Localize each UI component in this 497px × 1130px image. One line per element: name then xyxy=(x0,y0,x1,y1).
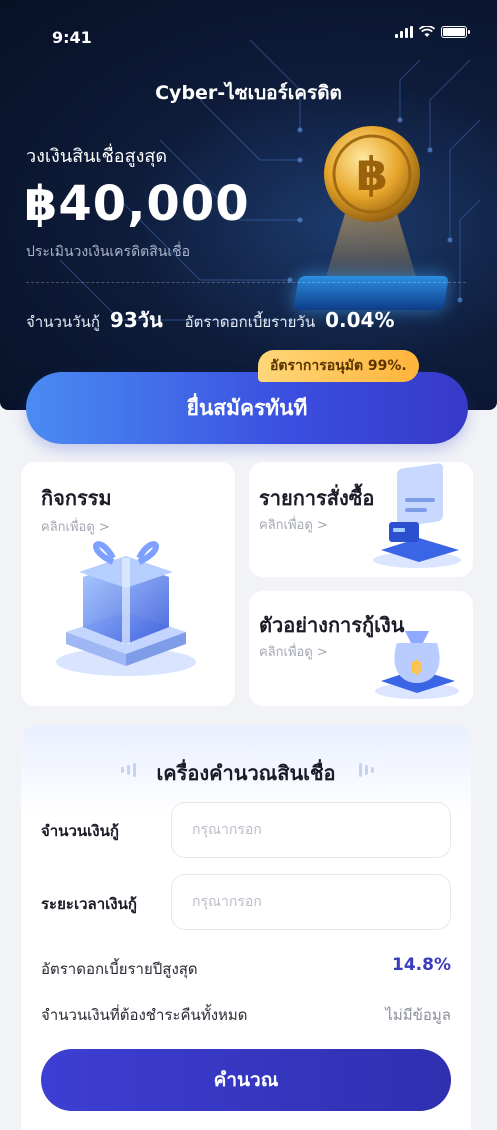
money-bag-icon: ฿ xyxy=(375,631,459,699)
total-repay-value: ไม่มีข้อมูล xyxy=(385,1006,451,1024)
loan-example-card[interactable]: ตัวอย่างการกู้เงิน คลิกเพื่อดู > ฿ xyxy=(249,591,473,706)
svg-text:฿: ฿ xyxy=(411,657,424,678)
daily-rate-value: 0.04% xyxy=(325,308,395,332)
hero-banner: ฿ 9:41 Cyber-ไซเบอร์เครดิต วงเงินสินเชื่… xyxy=(0,0,497,410)
apply-now-button[interactable]: ยื่นสมัครทันที xyxy=(26,372,468,444)
gift-box-icon xyxy=(56,541,196,676)
orders-card[interactable]: รายการสั่งซื้อ คลิกเพื่อดู > xyxy=(249,462,473,577)
decoration-right-icon xyxy=(359,763,374,777)
credit-limit-label: วงเงินสินเชื่อสูงสุด xyxy=(26,146,168,167)
daily-rate-label: อัตราดอกเบี้ยรายวัน xyxy=(184,313,316,331)
baht-coin-icon: ฿ xyxy=(324,126,420,222)
loan-term-input[interactable]: กรุณากรอก xyxy=(171,874,451,930)
status-icons xyxy=(395,26,470,38)
annual-rate-value: 14.8% xyxy=(392,955,451,975)
approval-rate-badge: อัตราการอนุมัต 99%. xyxy=(258,350,419,382)
app-title: Cyber-ไซเบอร์เครดิต xyxy=(155,82,342,104)
document-card-icon xyxy=(373,463,461,568)
loan-amount-label: จำนวนเงินกู้ xyxy=(41,822,119,840)
loan-amount-input[interactable]: กรุณากรอก xyxy=(171,802,451,858)
annual-rate-label: อัตราดอกเบี้ยรายปีสูงสุด xyxy=(41,960,198,978)
status-time: 9:41 xyxy=(52,28,92,47)
credit-limit-subtitle: ประเมินวงเงินเครดิตสินเชื่อ xyxy=(26,244,191,260)
hero-divider xyxy=(26,282,466,283)
loan-calculator: เครื่องคำนวณสินเชื่อ จำนวนเงินกู้ กรุณาก… xyxy=(21,725,471,1130)
svg-text:฿: ฿ xyxy=(356,147,388,201)
signal-icon xyxy=(395,26,413,38)
loan-stats: จำนวนวันกู้ 93วัน อัตราดอกเบี้ยรายวัน 0.… xyxy=(26,304,394,336)
calculate-button[interactable]: คำนวณ xyxy=(41,1049,451,1111)
credit-limit-amount: ฿40,000 xyxy=(24,176,250,232)
calculator-title: เครื่องคำนวณสินเชื่อ xyxy=(156,761,336,785)
wifi-icon xyxy=(419,26,435,37)
total-repay-label: จำนวนเงินที่ต้องชำระคืนทั้งหมด xyxy=(41,1006,248,1024)
loan-term-label: ระยะเวลาเงินกู้ xyxy=(41,895,137,913)
activity-card[interactable]: กิจกรรม คลิกเพื่อดู > xyxy=(21,462,235,706)
battery-icon xyxy=(441,26,470,38)
loan-days-label: จำนวนวันกู้ xyxy=(26,313,100,331)
loan-days-value: 93วัน xyxy=(109,308,163,332)
